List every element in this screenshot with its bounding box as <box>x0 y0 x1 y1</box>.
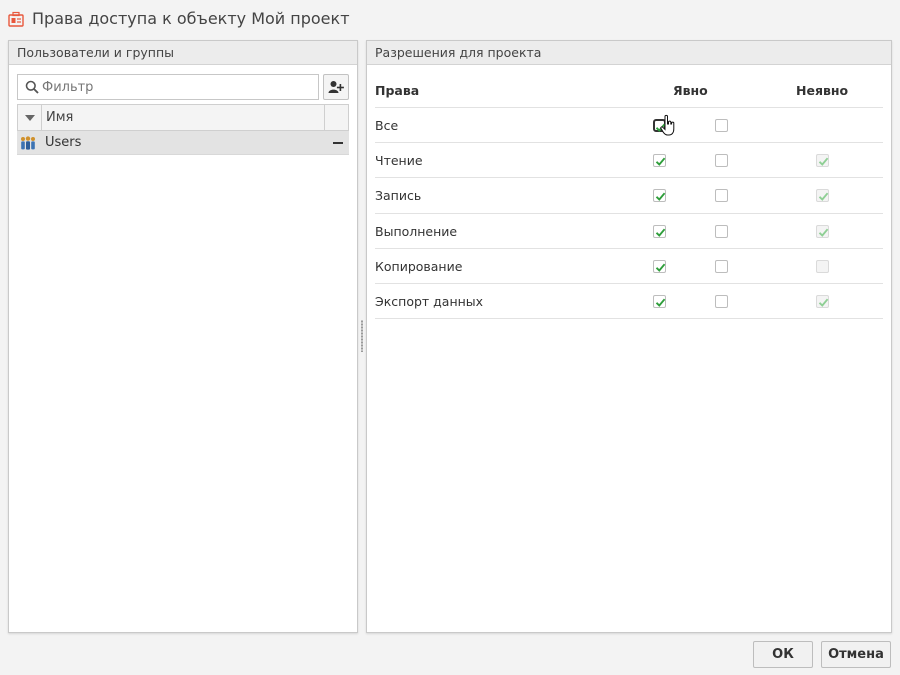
permission-row-all: Все <box>375 108 883 144</box>
implicit-checkbox <box>816 259 829 273</box>
allow-checkbox[interactable] <box>653 154 666 168</box>
window-titlebar: Права доступа к объекту Мой проект <box>0 0 900 38</box>
explicit-column-header: Явно <box>673 83 708 98</box>
allow-checkbox[interactable] <box>653 294 666 308</box>
deny-checkbox[interactable] <box>715 154 728 168</box>
users-group-icon <box>21 136 35 150</box>
implicit-checkbox <box>816 189 829 203</box>
checkmark-icon <box>655 228 666 237</box>
filter-field[interactable] <box>17 74 319 100</box>
grid-row-users[interactable]: Users <box>17 131 349 155</box>
permission-row-write: Запись <box>375 178 883 214</box>
filter-input[interactable] <box>42 77 312 97</box>
permissions-table: Права Явно Неявно Все Чтение Запись Выполне… <box>375 65 883 320</box>
deny-checkbox[interactable] <box>715 224 728 238</box>
permission-row-execute: Выполнение <box>375 214 883 249</box>
deny-checkbox[interactable] <box>715 294 728 308</box>
permission-label: Все <box>375 118 399 133</box>
permission-label: Выполнение <box>375 223 458 239</box>
filter-row <box>17 74 349 100</box>
implicit-checkbox <box>816 154 829 168</box>
allow-checkbox[interactable] <box>653 189 666 203</box>
permission-row-export: Экспорт данных <box>375 284 883 320</box>
column-name-header[interactable]: Имя <box>46 110 73 125</box>
checkmark-icon <box>655 298 666 307</box>
column-spacer <box>324 105 348 130</box>
cancel-button[interactable]: Отмена <box>821 641 891 668</box>
permissions-panel: Разрешения для проекта Права Явно Неявно… <box>366 40 892 633</box>
permission-label: Экспорт данных <box>375 293 484 309</box>
allow-checkbox[interactable] <box>653 224 666 238</box>
deny-checkbox[interactable] <box>715 189 728 203</box>
users-grid-header: Имя <box>17 104 349 131</box>
permissions-panel-header: Разрешения для проекта <box>367 41 891 65</box>
add-user-button[interactable] <box>323 74 349 100</box>
remove-icon[interactable] <box>333 142 343 144</box>
deny-checkbox[interactable] <box>715 119 728 132</box>
checkmark-icon <box>655 157 666 167</box>
ok-button[interactable]: ОК <box>753 641 813 668</box>
permission-row-copy: Копирование <box>375 249 883 284</box>
users-groups-panel-header: Пользователи и группы <box>9 41 357 65</box>
rights-column-header: Права <box>375 83 420 98</box>
implicit-checkbox <box>816 294 829 308</box>
users-groups-panel: Пользователи и группы Имя <box>8 40 358 633</box>
project-icon <box>8 11 24 27</box>
deny-checkbox[interactable] <box>715 259 728 273</box>
permission-label: Копирование <box>375 258 463 274</box>
allow-checkbox[interactable] <box>653 259 666 273</box>
grid-row-label: Users <box>45 135 82 150</box>
sort-arrow-icon <box>24 114 35 121</box>
search-icon <box>25 80 39 94</box>
window-title: Права доступа к объекту Мой проект <box>32 9 350 28</box>
permission-label: Чтение <box>375 153 423 169</box>
permission-row-read: Чтение <box>375 143 883 179</box>
checkmark-icon <box>818 192 829 202</box>
checkmark-icon <box>818 157 829 167</box>
hand-cursor-icon <box>660 114 675 136</box>
add-user-icon <box>328 81 344 93</box>
checkmark-icon <box>655 192 666 202</box>
checkmark-icon <box>655 263 666 272</box>
implicit-column-header: Неявно <box>796 83 849 98</box>
users-grid: Имя Users <box>17 104 349 155</box>
permissions-table-header: Права Явно Неявно <box>375 65 883 108</box>
panel-splitter[interactable] <box>361 320 363 352</box>
checkmark-icon <box>818 298 829 307</box>
implicit-checkbox <box>816 224 829 238</box>
sort-toggle[interactable] <box>18 105 42 130</box>
checkmark-icon <box>818 228 829 237</box>
permission-label: Запись <box>375 188 422 204</box>
